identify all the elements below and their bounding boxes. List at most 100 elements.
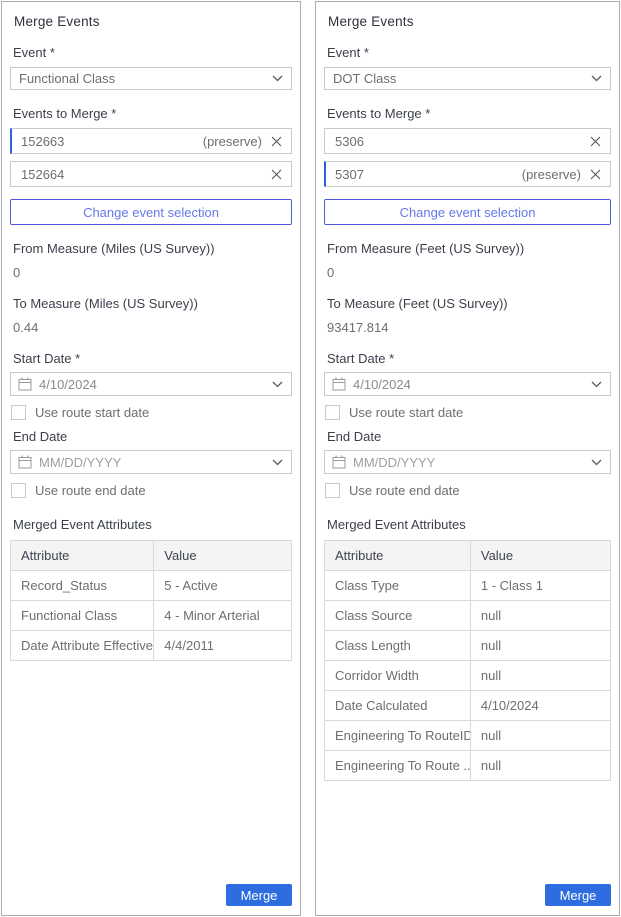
value-cell: 4/4/2011 xyxy=(154,631,292,661)
chevron-down-icon xyxy=(272,75,283,82)
to-measure-value: 0.44 xyxy=(13,320,292,335)
use-route-start-date-checkbox[interactable] xyxy=(11,405,26,420)
attribute-cell: Class Source xyxy=(325,601,471,631)
start-date-value: 4/10/2024 xyxy=(353,377,591,392)
attribute-cell: Class Length xyxy=(325,631,471,661)
merged-event-attributes-title: Merged Event Attributes xyxy=(327,517,611,532)
event-to-merge-item[interactable]: 5307 (preserve) xyxy=(324,161,611,187)
start-date-label: Start Date * xyxy=(327,351,611,366)
use-route-end-date-label: Use route end date xyxy=(35,483,146,498)
value-cell: 5 - Active xyxy=(154,571,292,601)
event-select[interactable]: Functional Class xyxy=(10,67,292,90)
table-row: Date Attribute Effective 4/4/2011 xyxy=(11,631,292,661)
merge-button[interactable]: Merge xyxy=(545,884,611,906)
events-to-merge-label: Events to Merge * xyxy=(327,106,611,121)
event-to-merge-item[interactable]: 152663 (preserve) xyxy=(10,128,292,154)
table-row: Class Source null xyxy=(325,601,611,631)
attribute-column-header: Attribute xyxy=(11,541,154,571)
start-date-input[interactable]: 4/10/2024 xyxy=(324,372,611,396)
event-to-merge-item[interactable]: 152664 xyxy=(10,161,292,187)
chevron-down-icon xyxy=(591,459,602,466)
attribute-cell: Class Type xyxy=(325,571,471,601)
from-measure-value: 0 xyxy=(13,265,292,280)
use-route-start-date-label: Use route start date xyxy=(35,405,149,420)
event-select-value: DOT Class xyxy=(333,71,591,86)
value-column-header: Value xyxy=(154,541,292,571)
calendar-icon xyxy=(332,377,346,391)
start-date-label: Start Date * xyxy=(13,351,292,366)
attribute-cell: Date Attribute Effective xyxy=(11,631,154,661)
event-select[interactable]: DOT Class xyxy=(324,67,611,90)
attribute-cell: Engineering To Route ... xyxy=(325,751,471,781)
event-label: Event * xyxy=(13,45,292,60)
change-event-selection-button[interactable]: Change event selection xyxy=(10,199,292,225)
end-date-input[interactable]: MM/DD/YYYY xyxy=(324,450,611,474)
table-row: Functional Class 4 - Minor Arterial xyxy=(11,601,292,631)
events-to-merge-label: Events to Merge * xyxy=(13,106,292,121)
use-route-start-date-checkbox[interactable] xyxy=(325,405,340,420)
calendar-icon xyxy=(18,455,32,469)
value-cell: null xyxy=(470,721,610,751)
end-date-placeholder: MM/DD/YYYY xyxy=(353,455,591,470)
attribute-cell: Corridor Width xyxy=(325,661,471,691)
table-row: Record_Status 5 - Active xyxy=(11,571,292,601)
table-row: Engineering To RouteID null xyxy=(325,721,611,751)
use-route-start-date-row: Use route start date xyxy=(325,405,611,420)
merged-event-attributes-table: Attribute Value Class Type 1 - Class 1 C… xyxy=(324,540,611,781)
remove-event-icon[interactable] xyxy=(588,134,602,148)
to-measure-label: To Measure (Miles (US Survey)) xyxy=(13,296,292,311)
preserve-tag: (preserve) xyxy=(203,134,262,149)
merge-events-panel-left: Merge Events Event * Functional Class Ev… xyxy=(1,1,301,916)
attribute-cell: Functional Class xyxy=(11,601,154,631)
value-cell: 1 - Class 1 xyxy=(470,571,610,601)
event-label: Event * xyxy=(327,45,611,60)
end-date-input[interactable]: MM/DD/YYYY xyxy=(10,450,292,474)
attribute-cell: Date Calculated xyxy=(325,691,471,721)
use-route-end-date-row: Use route end date xyxy=(11,483,292,498)
use-route-start-date-label: Use route start date xyxy=(349,405,463,420)
remove-event-icon[interactable] xyxy=(269,134,283,148)
from-measure-label: From Measure (Miles (US Survey)) xyxy=(13,241,292,256)
event-id: 5306 xyxy=(335,134,581,149)
end-date-label: End Date xyxy=(327,429,611,444)
chevron-down-icon xyxy=(591,381,602,388)
table-header-row: Attribute Value xyxy=(325,541,611,571)
chevron-down-icon xyxy=(272,459,283,466)
event-id: 152664 xyxy=(21,167,262,182)
remove-event-icon[interactable] xyxy=(269,167,283,181)
merge-events-panel-right: Merge Events Event * DOT Class Events to… xyxy=(315,1,620,916)
table-row: Date Calculated 4/10/2024 xyxy=(325,691,611,721)
chevron-down-icon xyxy=(591,75,602,82)
event-to-merge-item[interactable]: 5306 xyxy=(324,128,611,154)
calendar-icon xyxy=(332,455,346,469)
value-cell: 4 - Minor Arterial xyxy=(154,601,292,631)
use-route-end-date-checkbox[interactable] xyxy=(325,483,340,498)
event-id: 5307 xyxy=(335,167,522,182)
page-title: Merge Events xyxy=(14,14,292,29)
table-row: Class Type 1 - Class 1 xyxy=(325,571,611,601)
value-cell: null xyxy=(470,631,610,661)
remove-event-icon[interactable] xyxy=(588,167,602,181)
event-id: 152663 xyxy=(21,134,203,149)
use-route-end-date-checkbox[interactable] xyxy=(11,483,26,498)
attribute-cell: Record_Status xyxy=(11,571,154,601)
start-date-input[interactable]: 4/10/2024 xyxy=(10,372,292,396)
value-cell: null xyxy=(470,661,610,691)
to-measure-value: 93417.814 xyxy=(327,320,611,335)
preserve-tag: (preserve) xyxy=(522,167,581,182)
table-row: Corridor Width null xyxy=(325,661,611,691)
end-date-label: End Date xyxy=(13,429,292,444)
attribute-cell: Engineering To RouteID xyxy=(325,721,471,751)
page-title: Merge Events xyxy=(328,14,611,29)
change-event-selection-button[interactable]: Change event selection xyxy=(324,199,611,225)
from-measure-value: 0 xyxy=(327,265,611,280)
workspace: Merge Events Event * Functional Class Ev… xyxy=(0,0,621,917)
end-date-placeholder: MM/DD/YYYY xyxy=(39,455,272,470)
table-row: Class Length null xyxy=(325,631,611,661)
from-measure-label: From Measure (Feet (US Survey)) xyxy=(327,241,611,256)
merge-button[interactable]: Merge xyxy=(226,884,292,906)
use-route-end-date-row: Use route end date xyxy=(325,483,611,498)
value-column-header: Value xyxy=(470,541,610,571)
use-route-start-date-row: Use route start date xyxy=(11,405,292,420)
merged-event-attributes-table: Attribute Value Record_Status 5 - Active… xyxy=(10,540,292,661)
